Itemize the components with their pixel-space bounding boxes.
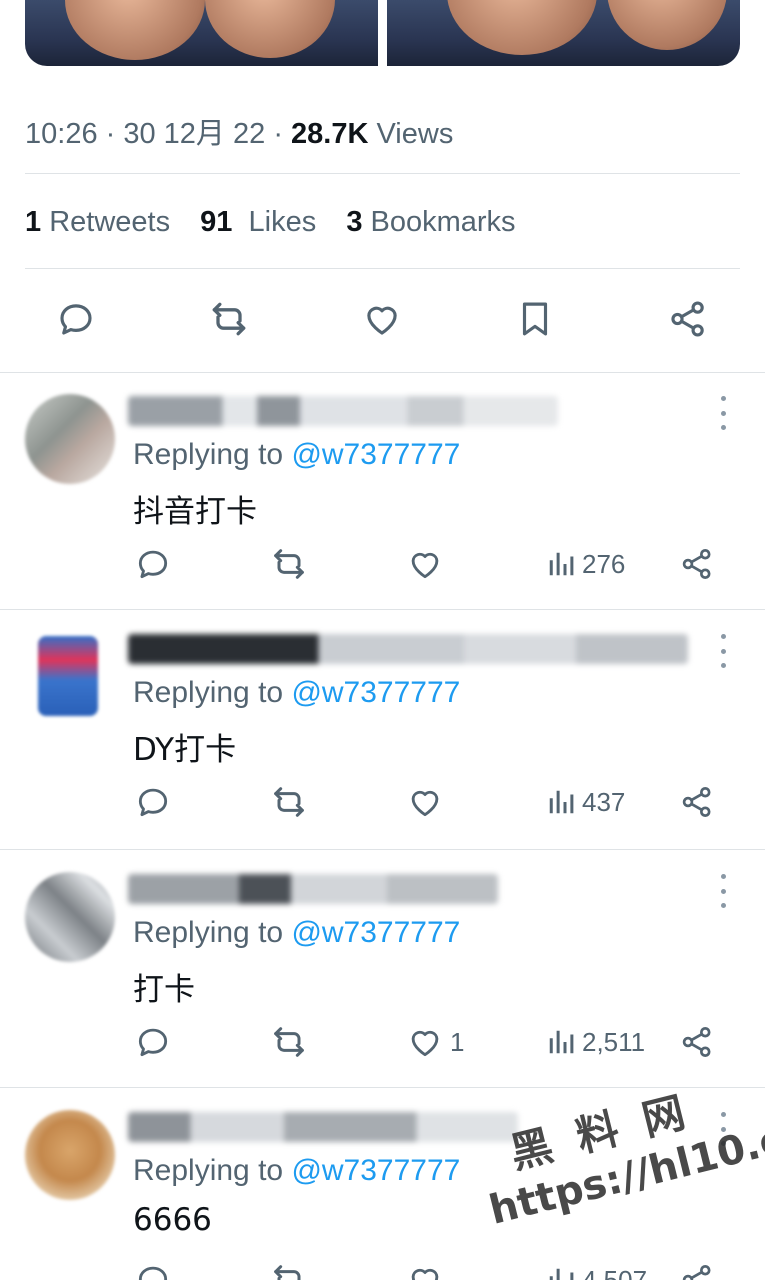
retweet-icon[interactable] xyxy=(269,1260,309,1280)
replying-to: Replying to @w7377777 xyxy=(133,916,460,950)
bookmark-icon[interactable] xyxy=(512,296,558,342)
reply-actions: 1 2,511 xyxy=(0,1022,765,1062)
meta-separator: · xyxy=(105,118,124,150)
media-image-1[interactable] xyxy=(25,0,378,66)
replying-handle[interactable]: @w7377777 xyxy=(291,676,460,709)
reply-item[interactable]: Replying to @w7377777 打卡 1 2,511 xyxy=(0,850,765,1088)
retweet-icon[interactable] xyxy=(206,296,252,342)
tweet-action-bar xyxy=(0,296,765,346)
reply-icon[interactable] xyxy=(134,1022,172,1062)
reply-actions: 437 xyxy=(0,782,765,822)
reply-actions: 4,507 xyxy=(0,1260,765,1280)
reply-icon[interactable] xyxy=(134,1260,172,1280)
replying-handle[interactable]: @w7377777 xyxy=(291,1154,460,1187)
user-name[interactable] xyxy=(128,396,558,426)
avatar[interactable] xyxy=(25,1110,115,1200)
reply-item[interactable]: Replying to @w7377777 抖音打卡 276 xyxy=(0,372,765,610)
more-options-icon[interactable] xyxy=(711,396,735,430)
views-count: 28.7K xyxy=(291,118,369,150)
like-icon[interactable] xyxy=(359,296,405,342)
reply-actions: 276 xyxy=(0,544,765,584)
reply-text: 打卡 xyxy=(133,972,195,1008)
share-icon[interactable] xyxy=(665,296,711,342)
views-count: 276 xyxy=(582,548,626,579)
retweet-icon[interactable] xyxy=(269,1022,309,1062)
avatar[interactable] xyxy=(25,394,115,484)
divider xyxy=(25,268,740,269)
retweet-icon[interactable] xyxy=(269,544,309,584)
user-name[interactable] xyxy=(128,1112,518,1142)
tweet-time: 10:26 xyxy=(25,118,98,150)
replying-handle[interactable]: @w7377777 xyxy=(291,438,460,471)
more-options-icon[interactable] xyxy=(711,1112,735,1146)
reply-text: 6666 xyxy=(133,1202,212,1238)
views-label: Views xyxy=(376,118,454,150)
like-count: 1 xyxy=(450,1026,465,1057)
user-name[interactable] xyxy=(128,634,688,664)
views-count: 4,507 xyxy=(582,1264,648,1280)
avatar[interactable] xyxy=(25,872,115,962)
replying-to: Replying to @w7377777 xyxy=(133,438,460,472)
share-icon[interactable] xyxy=(679,1022,715,1062)
avatar[interactable] xyxy=(38,636,98,716)
reply-icon[interactable] xyxy=(53,296,99,342)
like-icon xyxy=(411,1268,439,1280)
like-icon xyxy=(411,552,439,579)
share-icon[interactable] xyxy=(679,544,715,584)
like-button[interactable]: 1 xyxy=(406,1022,464,1062)
analytics-icon xyxy=(549,552,574,576)
bookmarks-label: Bookmarks xyxy=(370,206,516,238)
reply-text: DY打卡 xyxy=(133,732,237,768)
retweets-count: 1 xyxy=(25,206,42,238)
media-gallery[interactable] xyxy=(25,0,740,66)
retweet-icon[interactable] xyxy=(269,782,309,822)
bookmarks-stat[interactable]: 3 Bookmarks xyxy=(346,206,515,238)
share-icon[interactable] xyxy=(679,1260,715,1280)
likes-count: 91 xyxy=(200,206,233,238)
user-name[interactable] xyxy=(128,874,498,904)
likes-stat[interactable]: 91 Likes xyxy=(200,206,316,238)
divider xyxy=(25,173,740,174)
reply-item[interactable]: Replying to @w7377777 DY打卡 437 xyxy=(0,610,765,850)
tweet-meta: 10:26 · 30 12月 22 · 28.7K Views xyxy=(25,110,453,152)
like-button[interactable] xyxy=(406,544,450,584)
views-button[interactable]: 276 xyxy=(546,544,625,584)
like-icon xyxy=(411,790,439,817)
like-button[interactable] xyxy=(406,782,450,822)
views-button[interactable]: 4,507 xyxy=(546,1260,647,1280)
tweet-stats: 1 Retweets 91 Likes 3 Bookmarks xyxy=(25,206,516,239)
like-button[interactable] xyxy=(406,1260,450,1280)
analytics-icon xyxy=(549,790,574,814)
more-options-icon[interactable] xyxy=(711,634,735,668)
reply-icon[interactable] xyxy=(134,782,172,822)
analytics-icon xyxy=(549,1030,574,1054)
replying-to: Replying to @w7377777 xyxy=(133,1154,460,1188)
reply-item[interactable]: Replying to @w7377777 6666 4,507 xyxy=(0,1088,765,1280)
likes-label: Likes xyxy=(248,206,317,238)
more-options-icon[interactable] xyxy=(711,874,735,908)
share-icon[interactable] xyxy=(679,782,715,822)
replying-handle[interactable]: @w7377777 xyxy=(291,916,460,949)
like-icon xyxy=(411,1030,439,1057)
replying-label: Replying to xyxy=(133,676,284,709)
meta-separator: · xyxy=(273,118,292,150)
views-count: 2,511 xyxy=(582,1026,646,1057)
replying-to: Replying to @w7377777 xyxy=(133,676,460,710)
reply-text: 抖音打卡 xyxy=(133,494,257,530)
views-count: 437 xyxy=(582,786,626,817)
replying-label: Replying to xyxy=(133,1154,284,1187)
replying-label: Replying to xyxy=(133,438,284,471)
views-button[interactable]: 437 xyxy=(546,782,625,822)
reply-icon[interactable] xyxy=(134,544,172,584)
media-image-2[interactable] xyxy=(387,0,740,66)
views-button[interactable]: 2,511 xyxy=(546,1022,645,1062)
replying-label: Replying to xyxy=(133,916,284,949)
analytics-icon xyxy=(549,1268,574,1280)
bookmarks-count: 3 xyxy=(346,206,363,238)
retweets-label: Retweets xyxy=(49,206,171,238)
tweet-date: 30 12月 22 xyxy=(123,118,266,150)
retweets-stat[interactable]: 1 Retweets xyxy=(25,206,170,238)
